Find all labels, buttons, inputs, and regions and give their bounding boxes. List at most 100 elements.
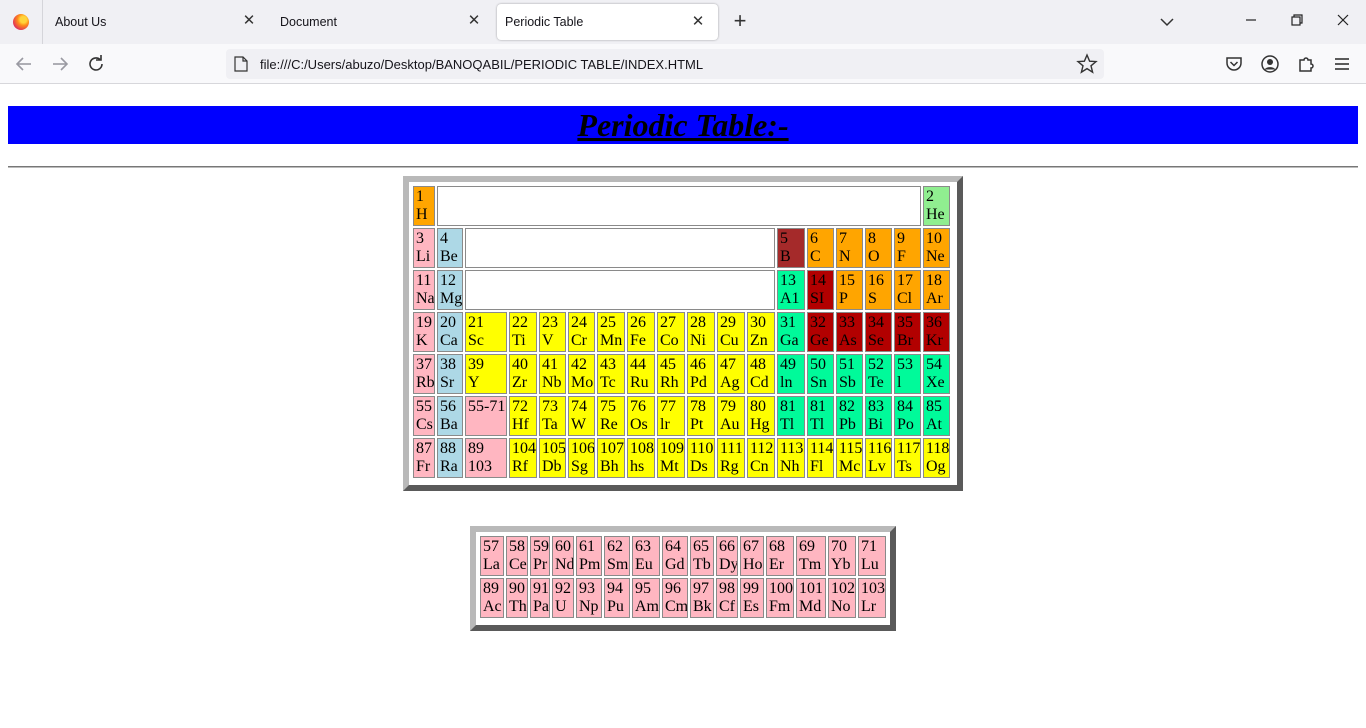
close-icon[interactable]: ✕ <box>464 11 484 31</box>
element-cell: 16 S <box>865 270 892 310</box>
atomic-number: 103 <box>861 580 885 597</box>
forward-arrow-icon[interactable] <box>48 52 72 76</box>
element-symbol: Fr <box>416 458 431 475</box>
tab-periodic-table[interactable]: Periodic Table ✕ <box>497 4 718 40</box>
element-symbol: lr <box>660 416 670 433</box>
atomic-number: 47 <box>720 356 736 373</box>
reload-icon[interactable] <box>84 52 108 76</box>
atomic-number: 1 <box>416 188 424 205</box>
element-cell: 46 Pd <box>687 354 715 394</box>
atomic-number: 14 <box>810 272 826 289</box>
minimize-button[interactable] <box>1236 8 1266 36</box>
element-cell: 107 Bh <box>597 438 625 478</box>
element-cell: 8O <box>865 228 892 268</box>
url-text[interactable]: file:///C:/Users/abuzo/Desktop/BANOQABIL… <box>260 57 703 72</box>
firefox-menu-icon[interactable] <box>0 0 43 44</box>
element-symbol: Mo <box>571 374 594 391</box>
element-cell: 13 A1 <box>777 270 805 310</box>
element-cell: 74 W <box>568 396 595 436</box>
atomic-number: 95 <box>635 580 651 597</box>
element-symbol: Co <box>660 332 679 349</box>
element-cell: 37 Rb <box>413 354 435 394</box>
element-symbol: Ar <box>926 290 943 307</box>
element-cell: 5B <box>777 228 805 268</box>
element-symbol: Sn <box>810 374 827 391</box>
element-symbol: Dy <box>719 556 738 573</box>
element-symbol: Cd <box>750 374 769 391</box>
restore-button[interactable] <box>1282 8 1312 36</box>
tab-document[interactable]: Document ✕ <box>268 0 494 44</box>
element-symbol: Ts <box>897 458 912 475</box>
element-cell: 35 Br <box>894 312 921 352</box>
atomic-number: 64 <box>665 538 681 555</box>
element-symbol: Ge <box>810 332 829 349</box>
atomic-number: 73 <box>542 398 558 415</box>
element-cell: 78 Pt <box>687 396 715 436</box>
element-symbol: Hg <box>750 416 770 433</box>
empty-gap <box>465 270 775 310</box>
atomic-number: 11 <box>416 272 432 289</box>
element-cell: 113 Nh <box>777 438 805 478</box>
atomic-number: 53 <box>897 356 913 373</box>
atomic-number: 66 <box>719 538 735 555</box>
element-symbol: Er <box>769 556 785 573</box>
atomic-number: 109 <box>660 440 684 457</box>
atomic-number: 59 <box>533 538 549 555</box>
pocket-icon[interactable] <box>1224 54 1244 74</box>
element-symbol: Pb <box>839 416 856 433</box>
atomic-number: 88 <box>440 440 456 457</box>
atomic-number: 91 <box>533 580 549 597</box>
element-cell: 72 Hf <box>509 396 537 436</box>
element-symbol: Re <box>600 416 618 433</box>
element-symbol: Ni <box>690 332 706 349</box>
element-symbol: Eu <box>635 556 653 573</box>
element-symbol: A1 <box>780 290 800 307</box>
element-symbol: Tl <box>810 416 825 433</box>
url-bar[interactable]: file:///C:/Users/abuzo/Desktop/BANOQABIL… <box>226 49 1104 79</box>
back-arrow-icon[interactable] <box>12 52 36 76</box>
element-cell: 105 Db <box>539 438 566 478</box>
element-symbol: Tb <box>693 556 711 573</box>
periodic-table: 1 H 2 He 3 Li 4 Be 5 B 6 C 7 N 8 O 9 F 10 Ne 11 Na 12 Mg 13 A1 14 S… <box>403 176 963 491</box>
account-icon[interactable] <box>1260 54 1280 74</box>
atomic-number: 80 <box>750 398 766 415</box>
chevron-down-icon[interactable] <box>1156 11 1178 33</box>
element-cell: 114 Fl <box>807 438 834 478</box>
element-symbol: Nb <box>542 374 562 391</box>
element-symbol: Md <box>799 598 822 615</box>
atomic-number: 28 <box>690 314 706 331</box>
element-cell: 92 U <box>552 578 574 618</box>
element-cell: 54 Xe <box>923 354 950 394</box>
element-cell: 97 Bk <box>690 578 714 618</box>
tab-label: Periodic Table <box>505 15 584 29</box>
atomic-number: 83 <box>868 398 884 415</box>
atomic-number: 49 <box>780 356 796 373</box>
atomic-number: 44 <box>630 356 646 373</box>
element-symbol: S <box>868 290 877 307</box>
close-icon[interactable]: ✕ <box>239 11 259 31</box>
atomic-number: 77 <box>660 398 676 415</box>
atomic-number: 52 <box>868 356 884 373</box>
element-symbol: Ne <box>926 248 945 265</box>
element-cell: 112 Cn <box>747 438 775 478</box>
close-icon[interactable]: ✕ <box>688 12 708 32</box>
element-cell: 23 V <box>539 312 566 352</box>
new-tab-button[interactable]: + <box>728 10 752 34</box>
element-symbol: Mc <box>839 458 861 475</box>
element-symbol: O <box>868 248 880 265</box>
window-close-button[interactable] <box>1328 8 1358 36</box>
atomic-number: 99 <box>743 580 759 597</box>
element-symbol: N <box>839 248 851 265</box>
atomic-number: 78 <box>690 398 706 415</box>
bookmark-star-icon[interactable] <box>1076 53 1098 75</box>
atomic-number: 3 <box>416 230 424 247</box>
atomic-number: 107 <box>600 440 624 457</box>
element-cell: 55-71 <box>465 396 507 436</box>
element-cell: 104 Rf <box>509 438 537 478</box>
atomic-number: 89 <box>483 580 499 597</box>
element-symbol: Zn <box>750 332 768 349</box>
extensions-icon[interactable] <box>1296 54 1316 74</box>
hamburger-menu-icon[interactable] <box>1332 54 1352 74</box>
tab-about-us[interactable]: About Us ✕ <box>43 0 269 44</box>
atomic-number: 112 <box>750 440 774 457</box>
